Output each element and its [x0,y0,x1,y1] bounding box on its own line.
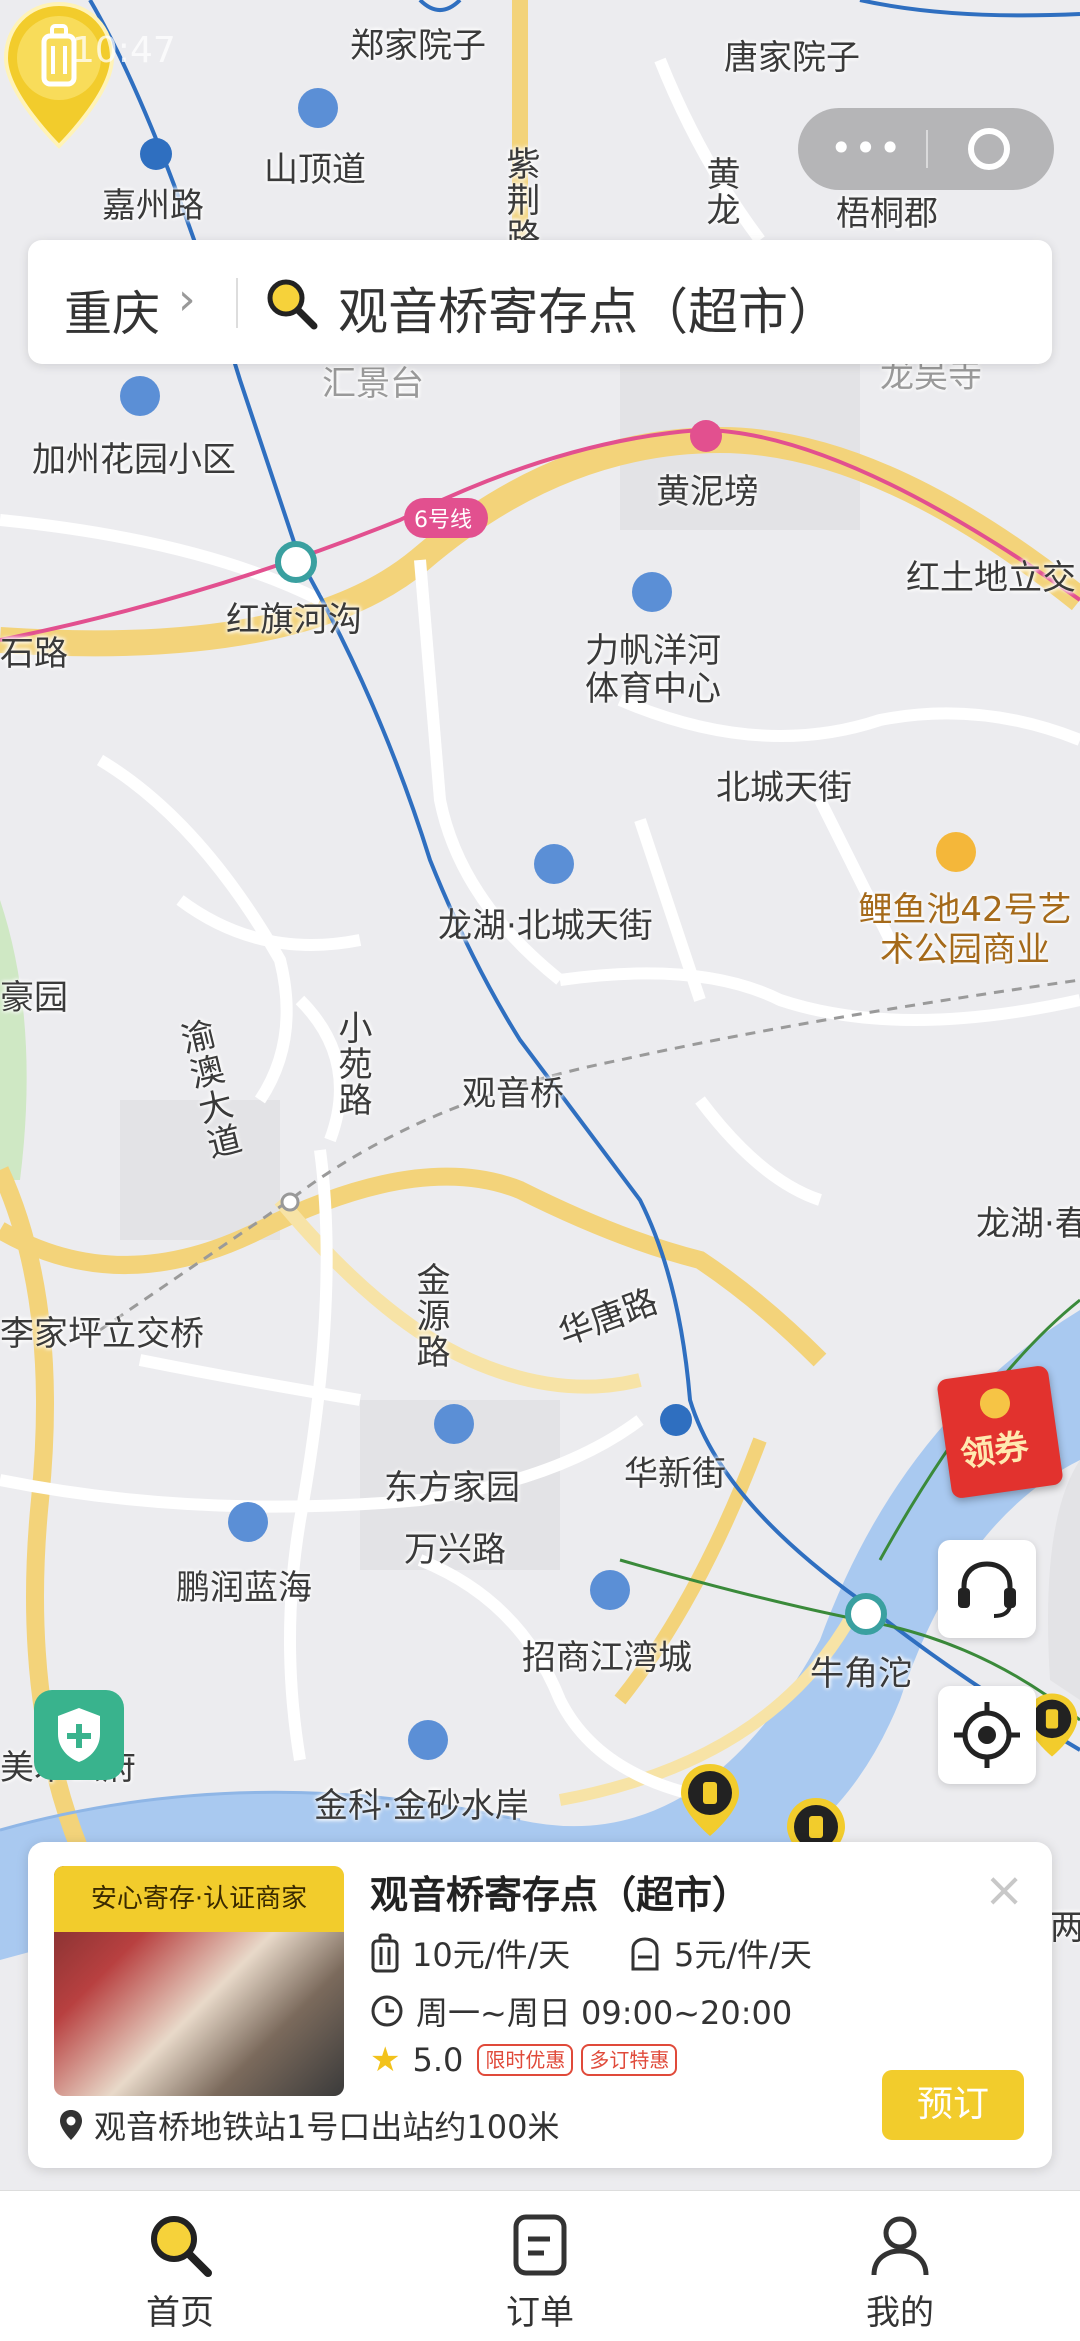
book-button[interactable]: 预订 [882,2070,1024,2140]
map-label: 力帆洋河体育中心 [585,631,721,709]
divider [236,278,238,328]
map-label: 鹏润蓝海 [176,1568,312,1608]
order-icon [513,2214,567,2276]
promo-tag: 多订特惠 [581,2044,678,2076]
map-label: 紫荆路 [500,146,540,254]
store-address: 观音桥地铁站1号口出站约100米 [94,2108,560,2146]
hours-row: 周一~周日 09:00~20:00 [370,1988,792,2034]
store-photo[interactable]: 安心寄存·认证商家 [54,1866,344,2096]
profile-icon [871,2216,929,2276]
map-label: 招商江湾城 [522,1638,692,1678]
map-label: 嘉州路 [102,186,204,226]
map-label: 加州花园小区 [32,440,236,480]
shield-plus-icon [58,1708,100,1762]
map-label: 小苑路 [332,1010,372,1118]
map-label: 北城天街 [716,768,852,808]
certified-badge: 安心寄存·认证商家 [54,1866,344,1932]
map-label: 观音桥 [462,1074,564,1114]
price-large: 10元/件/天 [412,1936,571,1974]
price-large-row: 10元/件/天 [370,1930,570,1976]
customer-service-button[interactable] [938,1540,1036,1638]
map-label: 豪园 [0,978,68,1018]
map-label: 红土地立交 [906,558,1076,598]
tab-label: 首页 [146,2293,214,2333]
rating-row: ★ 5.0 限时优惠 多订特惠 [370,2040,678,2080]
map-label: 山顶道 [264,150,366,190]
metro-line-label: 6号线 [414,508,472,533]
more-dots-icon[interactable]: ••• [830,126,903,170]
miniprogram-capsule[interactable]: ••• [798,108,1054,190]
search-query-text[interactable]: 观音桥寄存点（超市） [338,272,838,344]
headset-icon [958,1561,1016,1618]
locate-button[interactable] [938,1686,1036,1784]
search-icon [267,279,318,330]
clock-icon [371,1995,403,2027]
price-small: 5元/件/天 [674,1936,812,1974]
close-icon[interactable]: × [984,1862,1024,1918]
store-info-card[interactable]: 安心寄存·认证商家 观音桥寄存点（超市） × 10元/件/天 5元/件/天 周一… [28,1842,1052,2168]
map-label: 金科·金砂水岸 [314,1786,529,1826]
map-label: 龙湖·北城天街 [438,906,653,946]
map-label: 黄龙 [700,156,740,228]
coupon-label: 领券 [958,1426,1032,1476]
map-label: 两 [1050,1908,1080,1948]
tab-label: 我的 [866,2293,934,2333]
chevron-right-icon: › [178,274,196,325]
search-bar[interactable]: 重庆 › 观音桥寄存点（超市） [28,240,1052,364]
insurance-shield-button[interactable] [34,1690,124,1780]
map-label: 东方家园 [384,1468,520,1508]
location-pin-icon [60,2110,82,2140]
tab-profile[interactable]: 我的 [800,2191,1000,2341]
tab-label: 订单 [506,2293,574,2333]
tab-orders[interactable]: 订单 [440,2191,640,2341]
coupon-seal-icon [978,1386,1012,1421]
business-hours: 周一~周日 09:00~20:00 [416,1994,793,2032]
map-label: 石路 [0,634,68,674]
crosshair-icon [954,1702,1020,1768]
status-time: 10:47 [72,30,176,71]
target-ring-icon[interactable] [968,128,1010,170]
city-selector[interactable]: 重庆 [64,274,160,344]
promo-tag: 限时优惠 [477,2044,574,2076]
store-title: 观音桥寄存点（超市） [370,1873,751,1917]
bottom-tab-bar: 首页 订单 我的 [0,2190,1080,2341]
address-row: 观音桥地铁站1号口出站约100米 [58,2102,559,2148]
search-icon [151,2216,212,2277]
map-label: 龙湖·春 [976,1204,1080,1244]
map-label: 红旗河沟 [226,600,362,640]
star-icon: ★ [370,2040,401,2080]
suitcase-icon [371,1933,399,1973]
storage-location-pin[interactable] [678,1762,742,1838]
tab-home[interactable]: 首页 [80,2191,280,2341]
map-label: 梧桐郡 [836,194,938,234]
poi-label: 鲤鱼池42号艺术公园商业 [858,890,1072,970]
capsule-divider [926,130,928,168]
price-small-row: 5元/件/天 [628,1930,812,1976]
rating-value: 5.0 [412,2041,464,2079]
map-label: 金源路 [410,1262,450,1370]
map-label: 华新街 [624,1454,726,1494]
map-label: 万兴路 [404,1530,506,1570]
status-bar: 10:47 [0,0,1080,100]
backpack-icon [631,1937,659,1971]
map-label: 黄泥塝 [656,472,758,512]
map-label: 李家坪立交桥 [0,1314,204,1354]
coupon-button[interactable]: 领券 [936,1364,1064,1500]
map-label: 牛角沱 [810,1654,912,1694]
